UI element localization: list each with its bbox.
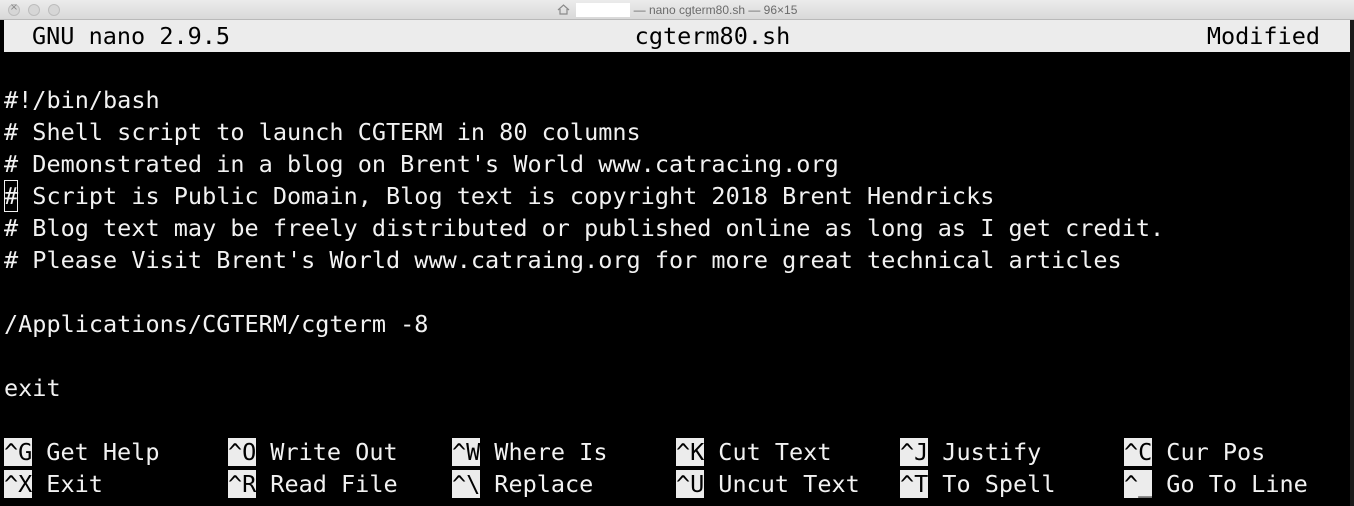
- shortcut-key: ^T: [900, 470, 929, 498]
- file-name: cgterm80.sh: [634, 22, 791, 50]
- shortcut-label: Cut Text: [718, 438, 832, 466]
- shortcut-to-spell[interactable]: ^T To Spell: [900, 468, 1055, 500]
- editor-line[interactable]: /Applications/CGTERM/cgterm -8: [4, 308, 428, 340]
- redacted-username: [575, 3, 630, 17]
- shortcut-label: Exit: [46, 470, 103, 498]
- nano-title-bar: GNU nano 2.9.5 cgterm80.sh Modified: [4, 20, 1350, 52]
- shortcut-cur-pos[interactable]: ^C Cur Pos: [1124, 436, 1265, 468]
- editor-line-text: Script is Public Domain, Blog text is co…: [18, 182, 995, 210]
- editor-line[interactable]: # Demonstrated in a blog on Brent's Worl…: [4, 148, 839, 180]
- shortcut-key: ^_: [1124, 470, 1153, 498]
- shortcut-label: Replace: [494, 470, 594, 498]
- shortcut-label: Read File: [270, 470, 398, 498]
- editor-line[interactable]: # Blog text may be freely distributed or…: [4, 212, 1164, 244]
- shortcut-read-file[interactable]: ^R Read File: [228, 468, 398, 500]
- text-cursor: #: [4, 180, 19, 212]
- shortcut-key: ^K: [676, 438, 705, 466]
- shortcut-label: Where Is: [494, 438, 608, 466]
- editor-line[interactable]: exit: [4, 372, 61, 404]
- shortcut-label: To Spell: [942, 470, 1056, 498]
- shortcut-justify[interactable]: ^J Justify: [900, 436, 1041, 468]
- editor-line[interactable]: # Please Visit Brent's World www.catrain…: [4, 244, 1122, 276]
- shortcut-uncut-text[interactable]: ^U Uncut Text: [676, 468, 860, 500]
- shortcut-go-to-line[interactable]: ^_ Go To Line: [1124, 468, 1308, 500]
- window-edge: [1350, 20, 1354, 506]
- shortcut-label: Uncut Text: [718, 470, 860, 498]
- shortcut-key: ^W: [452, 438, 481, 466]
- window-titlebar[interactable]: × — nano cgterm80.sh — 96×15: [0, 0, 1354, 20]
- shortcut-key: ^O: [228, 438, 257, 466]
- shortcut-key: ^R: [228, 470, 257, 498]
- shortcut-key: ^X: [4, 470, 33, 498]
- shortcut-key: ^C: [1124, 438, 1153, 466]
- shortcut-label: Get Help: [46, 438, 160, 466]
- window-title: — nano cgterm80.sh — 96×15: [0, 0, 1354, 20]
- editor-line[interactable]: # Shell script to launch CGTERM in 80 co…: [4, 116, 641, 148]
- shortcut-key: ^J: [900, 438, 929, 466]
- shortcut-label: Write Out: [270, 438, 398, 466]
- shortcut-exit[interactable]: ^X Exit: [4, 468, 103, 500]
- editor-line[interactable]: # Script is Public Domain, Blog text is …: [4, 180, 994, 212]
- shortcut-key: ^U: [676, 470, 705, 498]
- shortcut-label: Go To Line: [1166, 470, 1308, 498]
- shortcut-write-out[interactable]: ^O Write Out: [228, 436, 398, 468]
- window-title-text: — nano cgterm80.sh — 96×15: [633, 3, 798, 17]
- terminal-window: × — nano cgterm80.sh — 96×15 GNU nano 2.…: [0, 0, 1354, 506]
- shortcut-where-is[interactable]: ^W Where Is: [452, 436, 607, 468]
- shortcut-replace[interactable]: ^\ Replace: [452, 468, 593, 500]
- home-icon: [557, 4, 570, 15]
- shortcut-key: ^G: [4, 438, 33, 466]
- editor-line[interactable]: #!/bin/bash: [4, 84, 160, 116]
- shortcut-get-help[interactable]: ^G Get Help: [4, 436, 159, 468]
- shortcut-key: ^\: [452, 470, 481, 498]
- nano-editor[interactable]: GNU nano 2.9.5 cgterm80.sh Modified #!/b…: [4, 20, 1350, 502]
- modified-indicator: Modified: [1206, 22, 1320, 50]
- shortcut-label: Justify: [942, 438, 1042, 466]
- shortcut-label: Cur Pos: [1166, 438, 1266, 466]
- shortcut-cut-text[interactable]: ^K Cut Text: [676, 436, 831, 468]
